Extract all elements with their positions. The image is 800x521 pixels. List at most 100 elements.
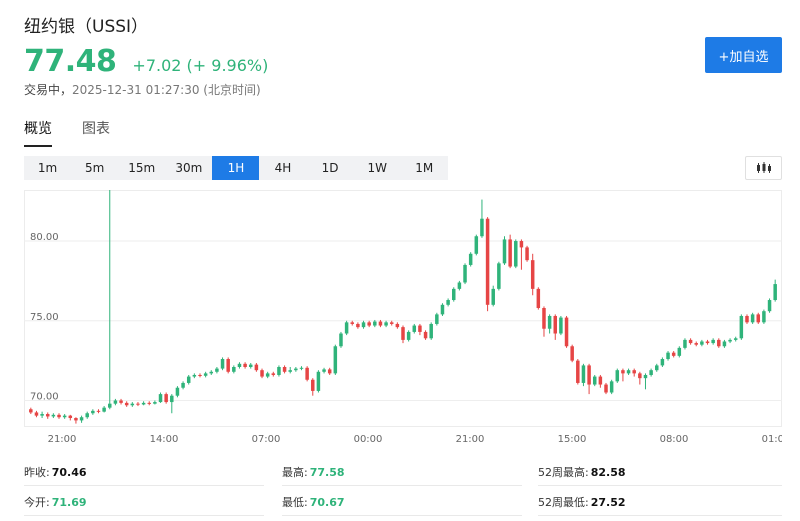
interval-4h[interactable]: 4H [259,156,306,180]
candle-body [192,374,197,377]
candle-body [141,402,146,405]
interval-1w[interactable]: 1W [354,156,401,180]
candle-body [271,373,276,375]
stat-prev-close-value: 70.46 [51,466,87,479]
divider [24,485,264,486]
candle-body [694,343,698,345]
x-tick-label: 00:00 [354,434,383,445]
candle-body [423,331,428,339]
candle-body [536,288,541,308]
candle-body [45,414,50,417]
stat-low-value: 70.67 [309,496,345,509]
candle-body [497,263,501,289]
candle-body [609,381,614,393]
candle-body [762,311,766,323]
candle-body [57,414,61,418]
candle-body [327,369,332,374]
candle-body [468,253,473,265]
candle-body [378,321,383,326]
x-tick-label: 14:00 [150,434,179,445]
candle-body [592,376,597,385]
divider [282,515,522,516]
candle-body [62,415,67,418]
candle-body [282,367,287,372]
candle-body [626,370,631,374]
candle-body [429,323,433,339]
candle-body [265,373,270,377]
candle-body [79,417,84,421]
price-row: 77.48 +7.02 (+ 9.96%) [24,44,268,79]
candle-body [170,395,174,403]
tab-overview[interactable]: 概览 [24,118,52,147]
trading-status: 交易中，2025-12-31 01:27:30 (北京时间) [24,81,261,98]
interval-1m[interactable]: 1m [24,156,71,180]
candle-body [598,376,603,385]
candle-body [722,341,727,347]
stat-high-label: 最高: [282,466,308,479]
candle-body [587,365,591,385]
divider [538,515,782,516]
tab-chart[interactable]: 图表 [82,118,110,147]
candle-body [34,412,39,416]
candle-body [519,241,524,248]
divider [282,485,522,486]
candle-body [553,315,558,334]
candle-body [85,413,89,418]
x-tick-label: 01:00 [762,434,782,445]
candle-body [164,394,168,403]
candle-body [750,314,755,323]
candle-body [254,364,259,371]
candle-body [367,322,371,326]
x-tick-label: 07:00 [252,434,281,445]
candle-body [604,384,608,393]
last-price: 77.48 [24,44,117,79]
candle-body [373,321,377,326]
interval-30m[interactable]: 30m [165,156,212,180]
candle-body [203,373,208,376]
candle-body [773,284,777,301]
stat-high-value: 77.58 [309,466,345,479]
candle-body [288,370,292,372]
candle-body [700,341,704,345]
candlestick-icon [756,162,771,173]
price-change: +7.02 (+ 9.96%) [132,56,269,75]
stat-low: 最低: 70.67 [282,494,345,510]
divider [538,485,782,486]
candle-body [344,322,349,334]
tab-bar: 概览 图表 [24,118,140,147]
stat-prev-close: 昨收: 70.46 [24,464,87,480]
candle-body [401,327,405,340]
candle-body [457,282,462,289]
chart-frame [24,190,782,427]
candle-body [632,370,636,374]
candle-body [508,239,512,267]
status-time: 2025-12-31 01:27:30 (北京时间) [72,83,261,97]
stat-prev-close-label: 昨收: [24,466,50,479]
interval-1mo[interactable]: 1M [401,156,448,180]
candle-body [502,239,507,264]
candle-body [158,394,163,403]
price-chart[interactable]: 80.00 75.00 70.00 21:00 14:00 07:00 00:00 21:00… [24,190,782,450]
candle-body [564,317,569,347]
interval-5m[interactable]: 5m [71,156,118,180]
candle-body [406,331,411,340]
candle-body [491,288,495,305]
candle-body [277,367,281,375]
candle-body [294,368,298,371]
status-label: 交易中， [24,83,73,97]
add-to-watchlist-button[interactable]: +加自选 [705,37,782,73]
candle-body [91,410,95,414]
y-tick-label: 70.00 [30,391,59,402]
stat-low-label: 最低: [282,496,308,509]
candle-body [530,260,535,289]
interval-1d[interactable]: 1D [307,156,354,180]
candle-body [243,363,247,367]
interval-15m[interactable]: 15m [118,156,165,180]
chart-type-button[interactable] [745,156,782,180]
candle-body [175,387,180,396]
interval-1h[interactable]: 1H [212,156,260,180]
candle-body [418,325,422,332]
candle-body [119,400,123,403]
candle-body [474,236,479,254]
interval-selector: 1m 5m 15m 30m 1H 4H 1D 1W 1M [24,156,448,180]
